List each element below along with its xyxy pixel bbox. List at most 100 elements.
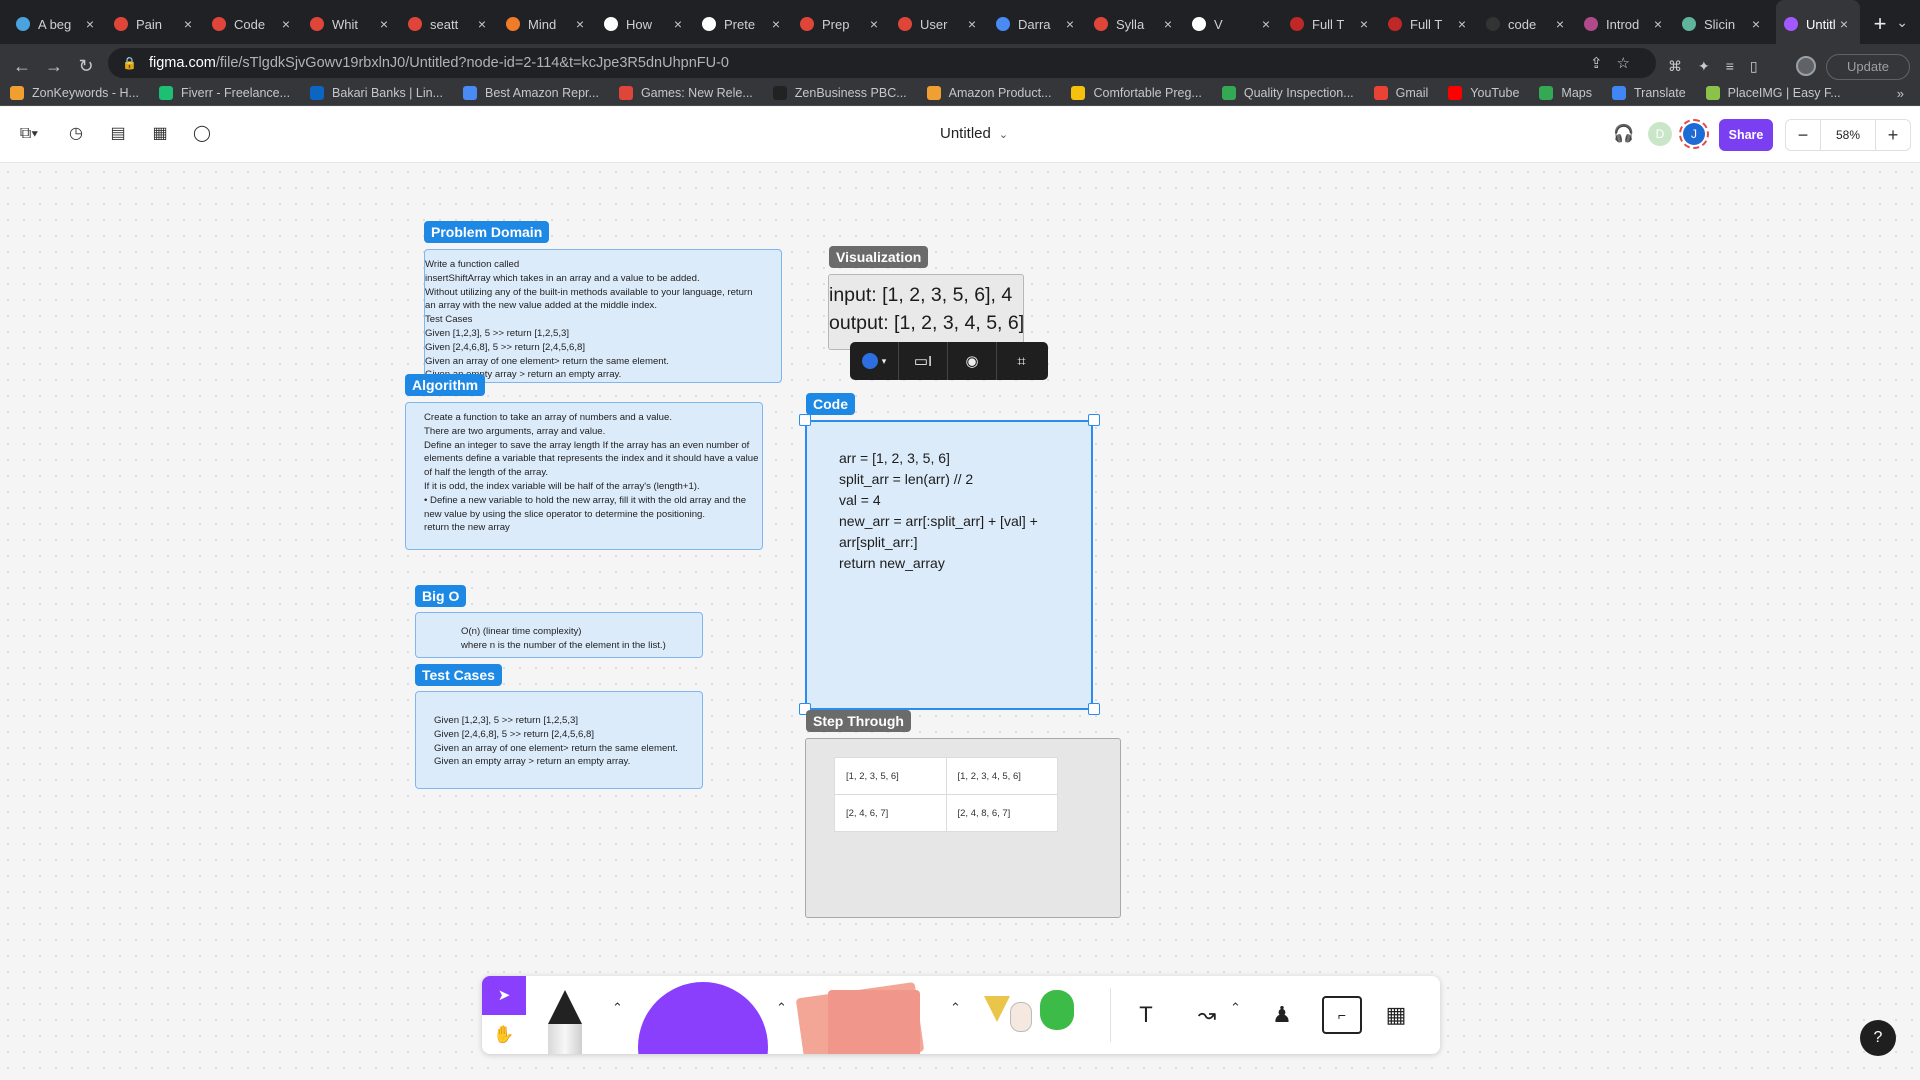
update-button[interactable]: Update: [1826, 54, 1910, 80]
big-o-card[interactable]: O(n) (linear time complexity) where n is …: [415, 612, 703, 658]
browser-tab[interactable]: Whit ×: [302, 0, 400, 48]
hand-tool-icon[interactable]: ✋: [482, 1016, 526, 1054]
bookmark-item[interactable]: Amazon Product...: [926, 85, 1051, 100]
help-button[interactable]: ?: [1860, 1020, 1896, 1056]
select-tool-icon[interactable]: ➤: [482, 976, 526, 1015]
zoom-in-button[interactable]: +: [1876, 125, 1910, 146]
browser-tab[interactable]: Code ×: [204, 0, 302, 48]
close-icon[interactable]: ×: [1356, 16, 1372, 32]
bookmark-item[interactable]: ZenBusiness PBC...: [772, 85, 907, 100]
code-card[interactable]: arr = [1, 2, 3, 5, 6] split_arr = len(arr…: [805, 420, 1093, 710]
browser-tab[interactable]: V ×: [1184, 0, 1282, 48]
bookmark-item[interactable]: Best Amazon Repr...: [462, 85, 599, 100]
visualization-label[interactable]: Visualization: [829, 246, 929, 268]
code-label[interactable]: Code: [806, 393, 855, 415]
profile-avatar[interactable]: [1796, 56, 1816, 76]
forward-icon[interactable]: →: [38, 56, 70, 77]
browser-tab[interactable]: seatt ×: [400, 0, 498, 48]
timer-icon[interactable]: ◷: [66, 124, 86, 144]
close-icon[interactable]: ×: [768, 16, 784, 32]
crop-frame-icon[interactable]: ⌗: [997, 342, 1046, 380]
chevron-up-icon[interactable]: ⌃: [612, 1000, 623, 1016]
bookmark-item[interactable]: Games: New Rele...: [618, 85, 753, 100]
browser-tab[interactable]: Sylla ×: [1086, 0, 1184, 48]
browser-tab[interactable]: Prete ×: [694, 0, 792, 48]
new-tab-button[interactable]: +: [1860, 11, 1900, 37]
chevron-up-icon[interactable]: ⌃: [1230, 1000, 1241, 1016]
chevron-up-icon[interactable]: ⌃: [950, 1000, 961, 1016]
step-through-card[interactable]: [1, 2, 3, 5, 6] [1, 2, 3, 4, 5, 6] [2, 4…: [805, 738, 1121, 918]
pen-tool-icon[interactable]: [548, 990, 582, 1024]
bookmark-item[interactable]: Comfortable Preg...: [1071, 85, 1202, 100]
browser-tab[interactable]: Introd ×: [1576, 0, 1674, 48]
browser-tab[interactable]: Full T ×: [1282, 0, 1380, 48]
browser-tab[interactable]: Mind ×: [498, 0, 596, 48]
browser-tab[interactable]: Prep ×: [792, 0, 890, 48]
browser-tab[interactable]: Slicin ×: [1674, 0, 1772, 48]
close-icon[interactable]: ×: [1748, 16, 1764, 32]
extensions-icon[interactable]: ✦: [1698, 58, 1726, 74]
text-resize-icon[interactable]: ▭I: [899, 342, 948, 380]
browser-tab-active[interactable]: Untitl ×: [1776, 0, 1860, 48]
close-icon[interactable]: ×: [1650, 16, 1666, 32]
translate-icon[interactable]: ⌘: [1668, 58, 1698, 74]
shape-tool-icon[interactable]: [638, 982, 768, 1054]
chevron-up-icon[interactable]: ⌃: [776, 1000, 787, 1016]
resize-handle-top-right[interactable]: [1088, 414, 1100, 426]
close-icon[interactable]: ×: [670, 16, 686, 32]
table-cell[interactable]: [1, 2, 3, 5, 6]: [834, 757, 947, 795]
close-icon[interactable]: ×: [278, 16, 294, 32]
stamp-tool-icon[interactable]: ♟: [1262, 996, 1302, 1034]
main-menu-icon[interactable]: ⧉▾: [14, 124, 44, 144]
close-icon[interactable]: ×: [82, 16, 98, 32]
headphones-icon[interactable]: 🎧: [1613, 124, 1634, 144]
bookmark-item[interactable]: ZonKeywords - H...: [10, 85, 139, 100]
algorithm-label[interactable]: Algorithm: [405, 374, 486, 396]
close-icon[interactable]: ×: [1062, 16, 1078, 32]
step-through-table[interactable]: [1, 2, 3, 5, 6] [1, 2, 3, 4, 5, 6] [2, 4…: [834, 757, 1058, 832]
tab-search-icon[interactable]: ⌄: [1896, 14, 1908, 31]
browser-tab[interactable]: Darra ×: [988, 0, 1086, 48]
bookmark-item[interactable]: Fiverr - Freelance...: [158, 85, 290, 100]
comment-icon[interactable]: ◯: [192, 124, 212, 144]
browser-tab[interactable]: User ×: [890, 0, 988, 48]
library-icon[interactable]: ▤: [108, 124, 128, 144]
algorithm-card[interactable]: Create a function to take an array of nu…: [405, 402, 763, 550]
close-icon[interactable]: ×: [474, 16, 490, 32]
avatar[interactable]: D: [1648, 122, 1672, 146]
close-icon[interactable]: ×: [866, 16, 882, 32]
bookmark-item[interactable]: PlaceIMG | Easy F...: [1705, 85, 1841, 100]
share-button[interactable]: Share: [1719, 119, 1773, 151]
zoom-level-dropdown[interactable]: 58%: [1820, 120, 1876, 150]
close-icon[interactable]: ×: [180, 16, 196, 32]
avatar-current-user[interactable]: J: [1679, 119, 1709, 149]
visualization-box[interactable]: input: [1, 2, 3, 5, 6], 4 output: [1, 2, …: [828, 274, 1024, 350]
eye-icon[interactable]: ◉: [948, 342, 997, 380]
step-through-label[interactable]: Step Through: [806, 710, 911, 732]
bookmark-item[interactable]: Quality Inspection...: [1221, 85, 1354, 100]
address-bar[interactable]: 🔒 figma.com/file/sTlgdkSjvGowv19rbxlnJ0/…: [108, 48, 1656, 78]
fill-color-picker[interactable]: ▾: [850, 342, 899, 380]
browser-tab[interactable]: code ×: [1478, 0, 1576, 48]
close-icon[interactable]: ×: [964, 16, 980, 32]
back-icon[interactable]: ←: [6, 56, 38, 77]
table-tool-icon[interactable]: ▦: [1376, 996, 1416, 1034]
resize-handle-bottom-right[interactable]: [1088, 703, 1100, 715]
problem-domain-label[interactable]: Problem Domain: [424, 221, 550, 243]
table-cell[interactable]: [2, 4, 6, 7]: [834, 794, 947, 832]
text-tool-icon[interactable]: T: [1126, 996, 1166, 1034]
connector-tool-icon[interactable]: ↝: [1182, 996, 1232, 1034]
table-cell[interactable]: [2, 4, 8, 6, 7]: [945, 794, 1058, 832]
close-icon[interactable]: ×: [1454, 16, 1470, 32]
templates-icon[interactable]: ▦: [150, 124, 170, 144]
resize-handle-top-left[interactable]: [799, 414, 811, 426]
bookmark-item[interactable]: Maps: [1539, 85, 1592, 100]
canvas[interactable]: Problem Domain Write a function called in…: [0, 164, 1920, 1080]
test-cases-label[interactable]: Test Cases: [415, 664, 502, 686]
browser-tab[interactable]: Full T ×: [1380, 0, 1478, 48]
browser-tab[interactable]: How ×: [596, 0, 694, 48]
bookmark-item[interactable]: YouTube: [1448, 85, 1519, 100]
zoom-out-button[interactable]: −: [1786, 125, 1820, 146]
sticker-icon[interactable]: [984, 996, 1010, 1022]
browser-tab[interactable]: Pain ×: [106, 0, 204, 48]
